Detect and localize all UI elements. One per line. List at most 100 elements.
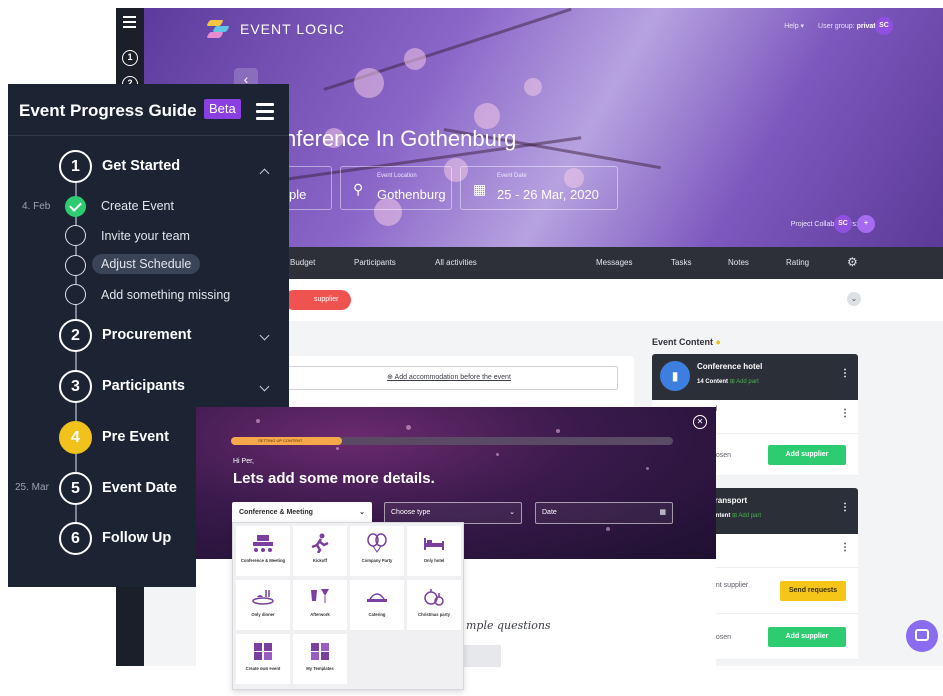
add-supplier-button[interactable]: Add supplier (768, 445, 846, 465)
supplier-pill[interactable]: supplier (284, 290, 351, 310)
type-kickoff[interactable]: Kickoff (293, 526, 347, 576)
step-date: 25. Mar (15, 482, 49, 493)
substep-invite-team[interactable]: Invite your team (101, 229, 190, 243)
balloons-icon (367, 533, 387, 553)
nav-all-activities[interactable]: All activities (435, 258, 477, 267)
puzzle-icon (311, 643, 329, 660)
substep-circle[interactable] (65, 284, 86, 305)
ornament-icon (424, 589, 444, 606)
nav-budget[interactable]: Budget (290, 258, 315, 267)
substep-create-event[interactable]: Create Event (101, 199, 174, 213)
setup-progress-bar: SETTING UP CONTENT (231, 437, 673, 445)
event-logic-logo[interactable]: EVENT LOGIC (206, 20, 345, 38)
top-right-menu: Help ▾ User group: private ▾ (784, 22, 885, 30)
card-title: transport (712, 496, 748, 505)
step-4-number[interactable]: 4 (59, 421, 92, 454)
chevron-down-icon[interactable]: ⌄ (847, 292, 861, 306)
step-participants[interactable]: Participants (102, 378, 185, 394)
drinks-icon (311, 589, 329, 603)
type-only-hotel[interactable]: Only hotel (407, 526, 461, 576)
event-type-dropdown: Conference & Meeting Kickoff Company Par… (232, 522, 464, 690)
help-menu[interactable]: Help ▾ (784, 22, 804, 30)
rail-step-1[interactable]: 1 (122, 50, 138, 66)
type-only-dinner[interactable]: Only dinner (236, 580, 290, 630)
step-get-started[interactable]: Get Started (102, 158, 180, 174)
runner-icon (311, 533, 329, 553)
type-my-templates[interactable]: My Templates (293, 634, 347, 684)
substep-add-missing[interactable]: Add something missing (101, 288, 230, 302)
step-6-number[interactable]: 6 (59, 522, 92, 555)
hotel-icon: ▮ (660, 361, 690, 391)
more-options-icon[interactable]: ⋮ (840, 368, 850, 379)
greeting: Hi Per, (233, 458, 255, 465)
info-box-date: ▦ Event Date 25 - 26 Mar, 2020 (460, 166, 618, 210)
more-options-icon[interactable]: ⋮ (840, 408, 850, 419)
type-catering[interactable]: Catering (350, 580, 404, 630)
chat-icon[interactable] (906, 620, 938, 652)
step-event-date[interactable]: Event Date (102, 480, 177, 496)
type-afterwork[interactable]: Afterwork (293, 580, 347, 630)
type-create-own-event[interactable]: Create own event (236, 634, 290, 684)
chevron-up-icon[interactable] (259, 168, 270, 179)
event-content-title: Event Content ● (652, 337, 721, 347)
calendar-icon: ▦ (473, 181, 487, 197)
step-follow-up[interactable]: Follow Up (102, 530, 171, 546)
add-accommodation-link[interactable]: ⊕ Add accommodation before the event (280, 366, 618, 390)
logo-mark-icon (206, 20, 232, 38)
substep-adjust-schedule[interactable]: Adjust Schedule (92, 254, 201, 274)
collaborator-avatar[interactable]: SC (834, 215, 852, 233)
card-count: 14 Content ⊞ Add part (697, 379, 759, 385)
nav-notes[interactable]: Notes (728, 258, 749, 267)
hamburger-menu-icon[interactable] (256, 103, 274, 124)
nav-participants[interactable]: Participants (354, 258, 396, 267)
chevron-down-icon[interactable] (259, 330, 270, 341)
puzzle-icon (254, 643, 272, 660)
type-company-party[interactable]: Company Party (350, 526, 404, 576)
card-count: ontent ⊞ Add part (712, 513, 762, 519)
more-options-icon[interactable]: ⋮ (840, 502, 850, 513)
settings-gear-icon[interactable]: ⚙ (847, 255, 858, 269)
send-requests-button[interactable]: Send requests (780, 581, 846, 601)
setup-progress-fill: SETTING UP CONTENT (231, 437, 342, 445)
nav-tasks[interactable]: Tasks (671, 258, 691, 267)
calendar-icon: ▦ (659, 509, 666, 516)
chevron-down-icon[interactable] (259, 381, 270, 392)
step-pre-event[interactable]: Pre Event (102, 429, 169, 445)
add-collaborator-button[interactable]: + (857, 215, 875, 233)
event-type-select[interactable]: Conference & Meeting ⌄ (232, 502, 372, 524)
add-part-link[interactable]: ⊞ Add part (732, 513, 761, 519)
chevron-down-icon: ⌄ (359, 509, 365, 516)
step-3-number[interactable]: 3 (59, 370, 92, 403)
more-options-icon[interactable]: ⋮ (840, 542, 850, 553)
guide-title: Event Progress Guide (19, 101, 197, 120)
sample-questions-text: mple questions (466, 619, 551, 632)
help-icon[interactable]: ● (716, 337, 721, 347)
beta-badge: Beta (204, 99, 241, 119)
check-icon[interactable] (65, 196, 86, 217)
add-part-link[interactable]: ⊞ Add part (730, 379, 759, 385)
info-box-type: ple (284, 166, 332, 210)
add-supplier-button[interactable]: Add supplier (768, 627, 846, 647)
user-avatar[interactable]: SC (875, 17, 893, 35)
substep-circle[interactable] (65, 225, 86, 246)
type-christmas-party[interactable]: Christmas party (407, 580, 461, 630)
rail-menu-icon[interactable] (123, 16, 136, 31)
conference-icon (253, 535, 273, 552)
step-procurement[interactable]: Procurement (102, 327, 191, 343)
placeholder-block (461, 645, 501, 667)
event-title: nference In Gothenburg (284, 126, 517, 151)
substep-date: 4. Feb (22, 201, 51, 212)
substep-circle[interactable] (65, 255, 86, 276)
content-card-conference-hotel[interactable]: ▮ Conference hotel 14 Content ⊞ Add part… (652, 354, 858, 400)
close-icon[interactable]: ✕ (693, 415, 707, 429)
subtype-select[interactable]: Choose type ⌄ (384, 502, 522, 524)
nav-messages[interactable]: Messages (596, 258, 632, 267)
date-input[interactable]: Date ▦ (535, 502, 673, 524)
type-conference-meeting[interactable]: Conference & Meeting (236, 526, 290, 576)
nav-rating[interactable]: Rating (786, 258, 809, 267)
step-5-number[interactable]: 5 (59, 472, 92, 505)
guide-header: Event Progress Guide Beta (8, 84, 289, 136)
step-2-number[interactable]: 2 (59, 319, 92, 352)
info-box-location: ⚲ Event Location Gothenburg (340, 166, 452, 210)
step-1-number[interactable]: 1 (59, 150, 92, 183)
